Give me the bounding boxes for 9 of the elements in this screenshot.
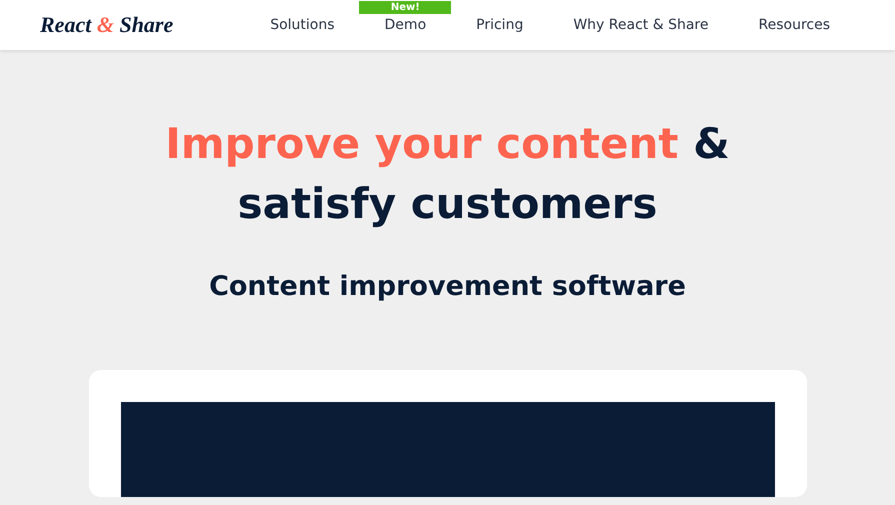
headline: Improve your content & satisfy customers	[164, 118, 731, 230]
new-badge: New!	[359, 1, 452, 14]
subtitle: Content improvement software	[209, 271, 686, 302]
nav-link[interactable]: Resources	[758, 17, 830, 33]
nav-link[interactable]: Solutions	[270, 17, 335, 33]
nav-link[interactable]: Pricing	[476, 17, 524, 33]
nav-link[interactable]: Demo	[384, 17, 426, 33]
logo[interactable]: React & Share	[40, 12, 202, 38]
nav-link[interactable]: Why React & Share	[573, 17, 708, 33]
